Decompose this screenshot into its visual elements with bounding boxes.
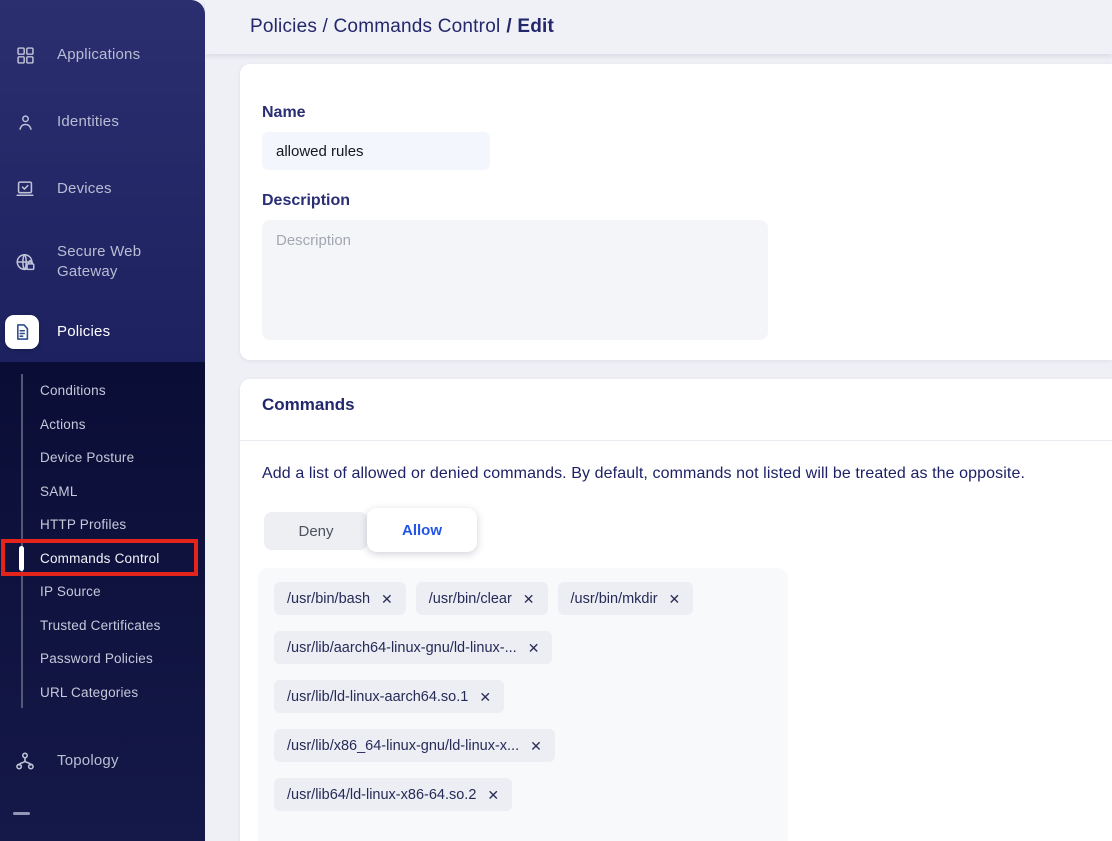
sidebar-item-label: Applications <box>57 46 141 63</box>
sidebar-subitem-conditions[interactable]: Conditions <box>0 374 205 408</box>
chip-remove-icon[interactable]: ✕ <box>487 788 499 802</box>
sidebar-item-topology[interactable]: Topology <box>0 744 205 778</box>
name-label: Name <box>262 104 306 121</box>
name-input[interactable] <box>262 132 490 170</box>
chip-remove-icon[interactable]: ✕ <box>479 690 491 704</box>
commands-card: Commands Add a list of allowed or denied… <box>240 379 1112 841</box>
chip-remove-icon[interactable]: ✕ <box>381 592 393 606</box>
app-window: Policies / Commands Control / Edit Appli… <box>0 0 1112 841</box>
commands-heading: Commands <box>262 395 355 414</box>
command-chip: /usr/lib/ld-linux-aarch64.so.1 ✕ <box>274 680 505 713</box>
sidebar-item-label: Secure Web Gateway <box>57 243 142 280</box>
topology-icon <box>13 750 37 772</box>
command-chip-label: /usr/lib64/ld-linux-x86-64.so.2 <box>287 786 477 803</box>
sidebar-subitem-url-categories[interactable]: URL Categories <box>0 676 205 710</box>
command-chips[interactable]: /usr/bin/bash ✕/usr/bin/clear ✕/usr/bin/mk… <box>258 568 788 841</box>
breadcrumb-path[interactable]: Policies / Commands Control <box>250 16 500 38</box>
sidebar-subitem-actions[interactable]: Actions <box>0 408 205 442</box>
command-chip: /usr/bin/bash ✕ <box>274 582 406 615</box>
device-check-icon <box>13 178 37 200</box>
sidebar-item-label: Identities <box>57 113 120 130</box>
sidebar-subitem-device-posture[interactable]: Device Posture <box>0 441 205 475</box>
sidebar-item-applications[interactable]: Applications <box>0 40 205 70</box>
description-textarea[interactable] <box>262 220 768 340</box>
sidebar: Applications Identities Devices Secure W… <box>0 0 205 841</box>
command-chip-label: /usr/lib/ld-linux-aarch64.so.1 <box>287 688 469 705</box>
sidebar-subitem-password-policies[interactable]: Password Policies <box>0 642 205 676</box>
globe-lock-icon <box>13 251 37 274</box>
command-chip-label: /usr/bin/bash <box>287 590 371 607</box>
sidebar-subitem-ip-source[interactable]: IP Source <box>0 575 205 609</box>
command-chip: /usr/bin/mkdir ✕ <box>557 582 694 615</box>
sidebar-subitem-commands-control[interactable]: Commands Control <box>0 542 205 576</box>
sidebar-item-policies[interactable]: Policies <box>0 312 205 352</box>
sidebar-item-secure-web-gateway[interactable]: Secure Web Gateway <box>0 234 205 290</box>
chip-remove-icon[interactable]: ✕ <box>530 739 542 753</box>
sidebar-item-label: Topology <box>57 752 119 769</box>
command-chip-label: /usr/lib/x86_64-linux-gnu/ld-linux-x... <box>287 737 520 754</box>
sidebar-subitem-trusted-certificates[interactable]: Trusted Certificates <box>0 609 205 643</box>
sidebar-collapse-dash[interactable] <box>13 812 30 815</box>
command-chip-label: /usr/bin/clear <box>428 590 512 607</box>
sidebar-item-devices[interactable]: Devices <box>0 174 205 204</box>
commands-divider <box>240 440 1112 441</box>
sidebar-subitem-saml[interactable]: SAML <box>0 475 205 509</box>
breadcrumb-current: / Edit <box>506 16 555 37</box>
active-submenu-indicator <box>19 546 24 571</box>
breadcrumb: Policies / Commands Control / Edit <box>250 0 554 54</box>
command-chip: /usr/lib/aarch64-linux-gnu/ld-linux-... ✕ <box>274 631 553 664</box>
sidebar-item-identities[interactable]: Identities <box>0 107 205 137</box>
policy-form-card: Name Description <box>240 64 1112 360</box>
command-chip-label: /usr/lib/aarch64-linux-gnu/ld-linux-... <box>287 639 517 656</box>
sidebar-subitem-http-profiles[interactable]: HTTP Profiles <box>0 508 205 542</box>
policies-submenu: Conditions Actions Device Posture SAML HTTP … <box>0 374 205 709</box>
command-chip-label: /usr/bin/mkdir <box>570 590 658 607</box>
description-label: Description <box>262 192 351 209</box>
allow-toggle-button[interactable]: Allow <box>367 508 477 552</box>
page-header: Policies / Commands Control / Edit <box>205 0 1112 54</box>
chip-remove-icon[interactable]: ✕ <box>528 641 540 655</box>
deny-toggle-button[interactable]: Deny <box>264 512 368 550</box>
sidebar-item-label: Devices <box>57 180 112 197</box>
command-chip: /usr/lib64/ld-linux-x86-64.so.2 ✕ <box>274 778 513 811</box>
person-icon <box>13 112 37 133</box>
commands-instruction: Add a list of allowed or denied commands… <box>262 465 1026 482</box>
sidebar-item-label: Policies <box>57 323 111 340</box>
command-chip: /usr/bin/clear ✕ <box>415 582 548 615</box>
grid-icon <box>13 45 37 66</box>
document-icon <box>5 315 39 349</box>
chip-remove-icon[interactable]: ✕ <box>523 592 535 606</box>
command-chip: /usr/lib/x86_64-linux-gnu/ld-linux-x... ✕ <box>274 729 555 762</box>
chip-remove-icon[interactable]: ✕ <box>669 592 681 606</box>
